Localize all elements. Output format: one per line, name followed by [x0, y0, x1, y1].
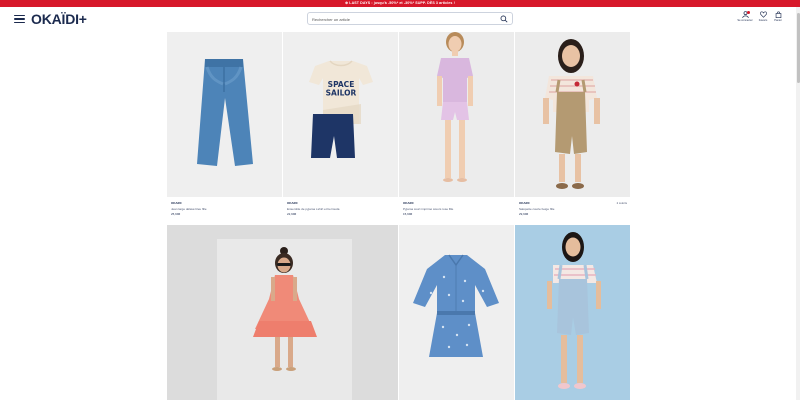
- account-button[interactable]: Se connecter: [737, 11, 753, 27]
- product-price: 29,99€: [519, 212, 529, 216]
- product-price: 15,99€: [403, 212, 413, 216]
- product-name[interactable]: Jean large délavé bleu fille: [171, 207, 279, 211]
- logo[interactable]: OKAÏDI+: [31, 10, 87, 28]
- product-price: 25,99€: [171, 212, 181, 216]
- search-bar[interactable]: [307, 12, 513, 25]
- girl-denim-overalls-photo: [547, 232, 601, 389]
- product-price: 22,99€: [287, 212, 297, 216]
- cart-button[interactable]: Panier: [770, 11, 786, 27]
- pyjama-set-photo: SPACE SAILOR: [309, 60, 373, 158]
- cart-label: Panier: [774, 19, 782, 22]
- search-icon[interactable]: [500, 15, 508, 23]
- favorites-button[interactable]: Favoris: [755, 11, 771, 27]
- product-image[interactable]: [167, 225, 398, 400]
- product-name[interactable]: Ensemble de pyjama t-shirt et bermuda: [287, 207, 395, 211]
- product-name[interactable]: Salopette courte beige fille: [519, 207, 627, 211]
- product-name[interactable]: Pyjama court imprimé cœurs rose fille: [403, 207, 511, 211]
- promo-banner[interactable]: ⊕ LAST DAYS : jusqu'à -50%* et -30%* SUP…: [0, 0, 800, 7]
- product-brand: OKAIDI: [519, 201, 530, 205]
- scrollbar-thumb[interactable]: [796, 13, 800, 83]
- product-image[interactable]: [515, 32, 630, 197]
- product-image[interactable]: [399, 32, 514, 197]
- site-header: OKAÏDI+ Se connecter Favoris Panier: [0, 7, 800, 31]
- menu-icon[interactable]: [14, 15, 25, 23]
- tshirt-print-line2: SAILOR: [326, 89, 357, 98]
- jeans-photo: [197, 59, 253, 166]
- product-brand: OKAIDI: [403, 201, 414, 205]
- girl-pyjama-photo: [437, 32, 473, 182]
- color-count: 2 coloris: [616, 201, 627, 205]
- denim-dress-photo: [413, 254, 499, 357]
- product-brand: OKAIDI: [171, 201, 182, 205]
- page-scrollbar[interactable]: [796, 7, 800, 400]
- heart-icon: [759, 11, 767, 18]
- product-image[interactable]: SPACE SAILOR: [283, 32, 398, 197]
- product-image[interactable]: [399, 225, 514, 400]
- product-image[interactable]: [167, 32, 282, 197]
- search-input[interactable]: [312, 15, 492, 23]
- account-label: Se connecter: [737, 19, 753, 22]
- girl-overalls-photo: [543, 39, 600, 189]
- notification-dot: [747, 11, 750, 14]
- product-brand: OKAIDI: [287, 201, 298, 205]
- favorites-label: Favoris: [758, 19, 768, 22]
- product-image[interactable]: [515, 225, 630, 400]
- girl-dress-photo: [217, 239, 352, 400]
- bag-icon: [775, 11, 781, 18]
